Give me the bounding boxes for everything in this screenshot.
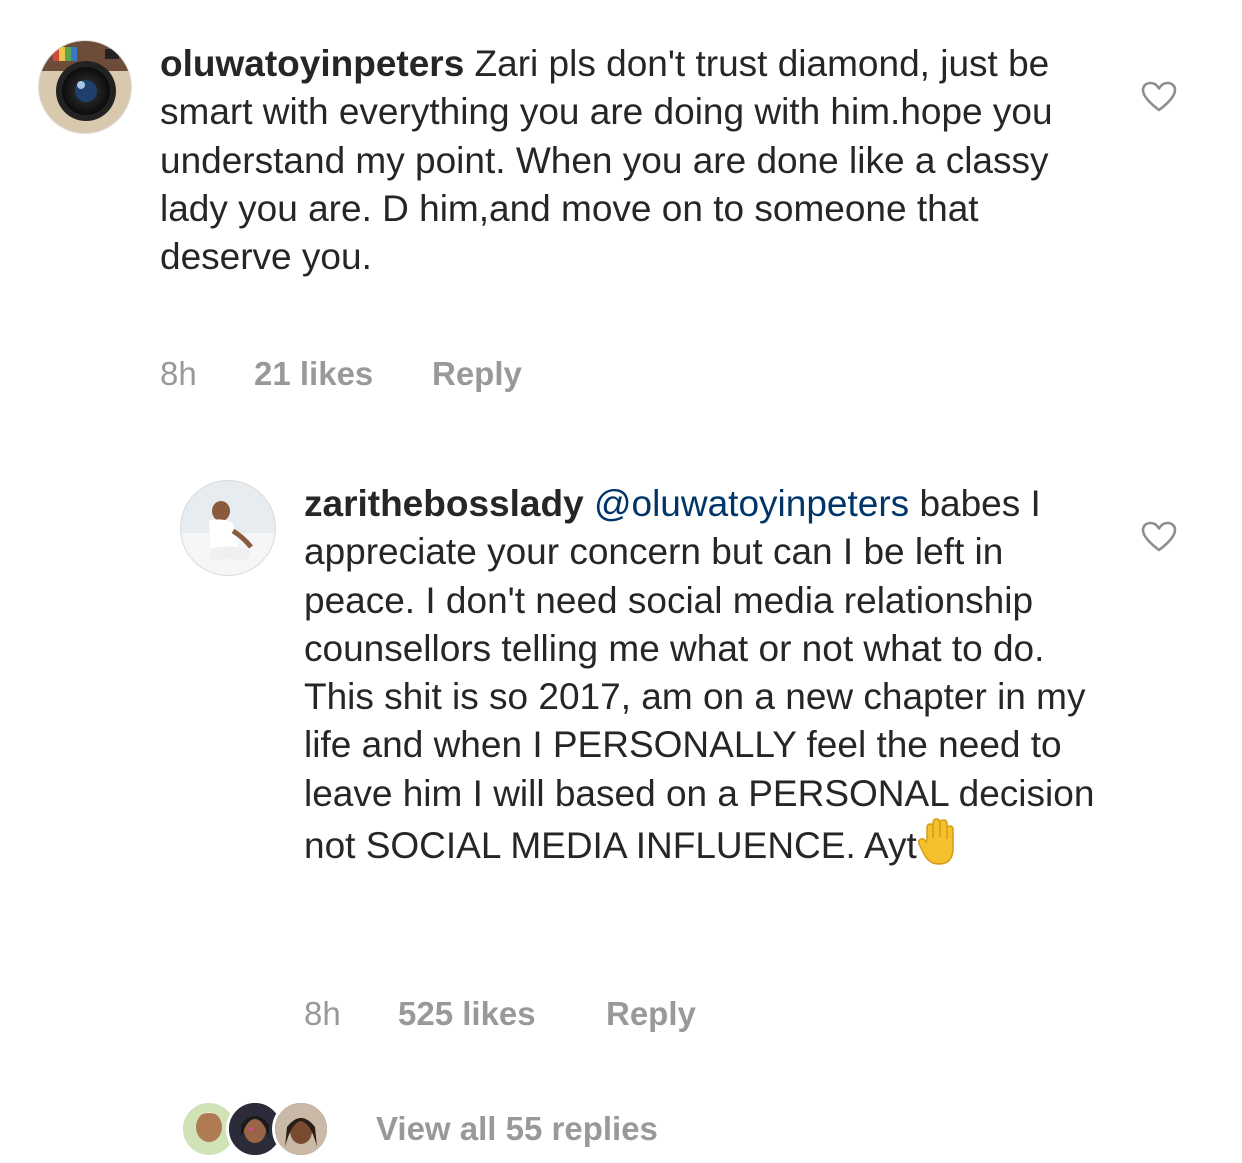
heart-outline-icon[interactable] [1141,521,1177,553]
comment-meta: 8h 21 likes Reply [160,355,660,395]
view-replies-row[interactable]: View all 55 replies [180,1100,780,1160]
reply-time: 8h [304,995,341,1032]
avatar [272,1100,330,1158]
comment-text: oluwatoyinpeters Zari pls don't trust di… [160,40,1100,281]
reply-text: zarithebosslady @oluwatoyinpeters babes … [304,480,1104,870]
reply-likes[interactable]: 525 likes [398,995,536,1033]
comment-likes[interactable]: 21 likes [254,355,373,393]
reply-button[interactable]: Reply [606,995,696,1033]
reply-button[interactable]: Reply [432,355,522,393]
comment-time: 8h [160,355,197,392]
mention-link[interactable]: @oluwatoyinpeters [594,483,909,524]
raised-hand-emoji-icon [917,818,954,865]
reply-body: babes I appreciate your concern but can … [304,483,1095,867]
heart-outline-icon[interactable] [1141,81,1177,113]
instagram-camera-icon[interactable] [38,40,132,134]
avatar[interactable] [180,480,276,576]
reply-username[interactable]: zarithebosslady [304,483,584,524]
comment-username[interactable]: oluwatoyinpeters [160,43,464,84]
reply-meta: 8h 525 likes Reply [304,995,804,1035]
view-all-replies-link[interactable]: View all 55 replies [376,1110,658,1148]
